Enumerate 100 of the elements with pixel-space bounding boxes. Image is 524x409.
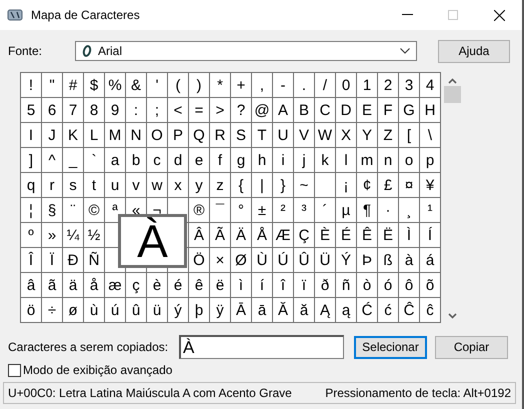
- character-cell[interactable]: ą: [336, 298, 357, 323]
- character-cell[interactable]: ½: [84, 223, 105, 248]
- character-cell[interactable]: Í: [420, 223, 441, 248]
- character-cell[interactable]: ¯: [210, 198, 231, 223]
- character-cell[interactable]: þ: [189, 298, 210, 323]
- character-cell[interactable]: k: [315, 148, 336, 173]
- character-cell[interactable]: K: [63, 123, 84, 148]
- character-cell[interactable]: F: [378, 98, 399, 123]
- character-cell[interactable]: Ë: [378, 223, 399, 248]
- character-cell[interactable]: Ê: [357, 223, 378, 248]
- character-cell[interactable]: q: [21, 173, 42, 198]
- character-cell[interactable]: w: [147, 173, 168, 198]
- character-cell[interactable]: ·: [378, 198, 399, 223]
- character-cell[interactable]: ´: [315, 198, 336, 223]
- character-cell[interactable]: a: [105, 148, 126, 173]
- character-cell[interactable]: Ñ: [84, 248, 105, 273]
- character-cell[interactable]: `: [84, 148, 105, 173]
- character-cell[interactable]: ï: [294, 273, 315, 298]
- character-cell[interactable]: Þ: [357, 248, 378, 273]
- character-cell[interactable]: ÿ: [210, 298, 231, 323]
- character-cell[interactable]: ã: [42, 273, 63, 298]
- character-cell[interactable]: ¶: [357, 198, 378, 223]
- character-cell[interactable]: ,: [252, 73, 273, 98]
- character-cell[interactable]: ¢: [357, 173, 378, 198]
- character-cell[interactable]: P: [168, 123, 189, 148]
- character-cell[interactable]: !: [21, 73, 42, 98]
- character-cell[interactable]: ÷: [42, 298, 63, 323]
- character-cell[interactable]: Å: [252, 223, 273, 248]
- character-cell[interactable]: %: [105, 73, 126, 98]
- character-cell[interactable]: ă: [294, 298, 315, 323]
- character-cell[interactable]: A: [273, 98, 294, 123]
- character-cell[interactable]: Ą: [315, 298, 336, 323]
- character-cell[interactable]: §: [42, 198, 63, 223]
- character-cell[interactable]: &: [126, 73, 147, 98]
- character-cell[interactable]: ¼: [63, 223, 84, 248]
- character-cell[interactable]: ò: [357, 273, 378, 298]
- character-cell[interactable]: Ù: [252, 248, 273, 273]
- character-cell[interactable]: µ: [336, 198, 357, 223]
- character-cell[interactable]: ¥: [420, 173, 441, 198]
- character-cell[interactable]: ć: [378, 298, 399, 323]
- character-cell[interactable]: Ĉ: [399, 298, 420, 323]
- character-cell[interactable]: ß: [378, 248, 399, 273]
- character-cell[interactable]: ±: [252, 198, 273, 223]
- character-cell[interactable]: ): [189, 73, 210, 98]
- character-cell[interactable]: æ: [105, 273, 126, 298]
- character-cell[interactable]: l: [336, 148, 357, 173]
- character-cell[interactable]: Ì: [399, 223, 420, 248]
- character-cell[interactable]: z: [210, 173, 231, 198]
- character-cell[interactable]: R: [210, 123, 231, 148]
- character-cell[interactable]: ñ: [336, 273, 357, 298]
- character-cell[interactable]: /: [315, 73, 336, 98]
- character-cell[interactable]: [: [399, 123, 420, 148]
- character-cell[interactable]: \: [420, 123, 441, 148]
- character-cell[interactable]: ý: [168, 298, 189, 323]
- character-cell[interactable]: Ú: [273, 248, 294, 273]
- character-cell[interactable]: 0: [336, 73, 357, 98]
- character-cell[interactable]: {: [231, 173, 252, 198]
- character-cell[interactable]: è: [147, 273, 168, 298]
- character-cell[interactable]: I: [21, 123, 42, 148]
- character-cell[interactable]: h: [252, 148, 273, 173]
- character-cell[interactable]: ?: [231, 98, 252, 123]
- character-cell[interactable]: H: [420, 98, 441, 123]
- character-cell[interactable]: 3: [399, 73, 420, 98]
- character-cell[interactable]: Q: [189, 123, 210, 148]
- character-cell[interactable]: 4: [420, 73, 441, 98]
- character-cell[interactable]: Ã: [210, 223, 231, 248]
- character-cell[interactable]: Ü: [315, 248, 336, 273]
- copy-field[interactable]: À: [179, 335, 344, 359]
- character-cell[interactable]: é: [168, 273, 189, 298]
- character-cell[interactable]: ê: [189, 273, 210, 298]
- character-cell[interactable]: (: [168, 73, 189, 98]
- character-cell[interactable]: D: [336, 98, 357, 123]
- character-cell[interactable]: f: [210, 148, 231, 173]
- character-cell[interactable]: t: [84, 173, 105, 198]
- character-cell[interactable]: º: [21, 223, 42, 248]
- character-cell[interactable]: ü: [147, 298, 168, 323]
- character-cell[interactable]: Î: [21, 248, 42, 273]
- character-cell[interactable]: g: [231, 148, 252, 173]
- character-cell[interactable]: -: [273, 73, 294, 98]
- character-cell[interactable]: Z: [378, 123, 399, 148]
- character-cell[interactable]: r: [42, 173, 63, 198]
- character-cell[interactable]: y: [189, 173, 210, 198]
- character-cell[interactable]: s: [63, 173, 84, 198]
- character-cell[interactable]: Ý: [336, 248, 357, 273]
- character-cell[interactable]: ĉ: [420, 298, 441, 323]
- select-button[interactable]: Selecionar: [354, 336, 427, 358]
- character-cell[interactable]: *: [210, 73, 231, 98]
- character-cell[interactable]: 1: [357, 73, 378, 98]
- character-cell[interactable]: Ï: [42, 248, 63, 273]
- character-cell[interactable]: =: [189, 98, 210, 123]
- character-cell[interactable]: ®: [189, 198, 210, 223]
- character-cell[interactable]: N: [126, 123, 147, 148]
- character-cell[interactable]: E: [357, 98, 378, 123]
- character-cell[interactable]: M: [105, 123, 126, 148]
- character-cell[interactable]: ]: [21, 148, 42, 173]
- character-cell[interactable]: â: [21, 273, 42, 298]
- character-cell[interactable]: ç: [126, 273, 147, 298]
- character-cell[interactable]: ¦: [21, 198, 42, 223]
- character-cell[interactable]: »: [42, 223, 63, 248]
- character-cell[interactable]: Ö: [189, 248, 210, 273]
